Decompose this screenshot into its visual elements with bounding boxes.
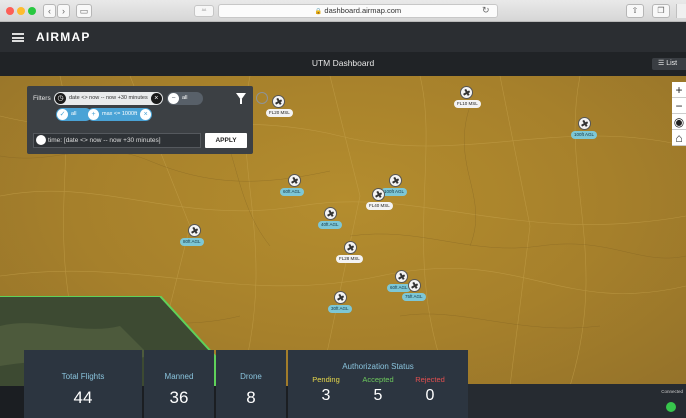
flight-label: 40ft AGL (318, 221, 342, 229)
type-filter-chip[interactable]: − all (167, 92, 203, 105)
flight-label: FL10 MSL (454, 100, 481, 108)
aircraft-icon (395, 270, 408, 283)
forward-button[interactable]: › (57, 4, 70, 18)
aircraft-icon (334, 291, 347, 304)
aircraft-icon (389, 174, 402, 187)
flight-label: FL20 MSL (266, 109, 293, 117)
aircraft-icon (188, 224, 201, 237)
app-logo: AIRMAP (36, 30, 91, 44)
accepted-column: Accepted 5 (348, 375, 408, 405)
aircraft-icon (578, 117, 591, 130)
drone-label: Drone (240, 372, 262, 381)
page-title: UTM Dashboard (311, 58, 375, 68)
maximize-window-button[interactable] (28, 7, 36, 15)
authorization-status-card: Authorization Status Pending 3 Accepted … (288, 350, 468, 418)
filters-label: Filters (33, 95, 51, 102)
pending-label: Pending (312, 375, 340, 384)
manned-label: Manned (164, 372, 194, 381)
accepted-value: 5 (373, 387, 383, 404)
altitude-filter-chip[interactable]: + max <= 1000ft × (87, 108, 153, 121)
aircraft-icon (460, 86, 473, 99)
globe-icon[interactable]: ◉ (672, 114, 686, 130)
tabs-overview-icon[interactable]: ❐ (652, 4, 670, 18)
filter-icon[interactable] (236, 93, 246, 104)
chip-label: max <= 1000ft (102, 111, 138, 117)
clock-icon (36, 135, 46, 145)
aircraft-icon (324, 207, 337, 220)
flight-label: 30ft AGL (328, 305, 352, 313)
drone-value: 8 (246, 388, 256, 407)
manned-card: Manned 36 (144, 350, 214, 418)
status-bar (468, 384, 686, 418)
flight-label: FL28 MSL (336, 255, 363, 263)
flight-label: 100ft AGL (571, 131, 598, 139)
app-header: AIRMAP (0, 22, 686, 52)
authorization-title: Authorization Status (342, 362, 414, 371)
lock-icon: 🔒 (314, 9, 323, 15)
menu-icon[interactable] (12, 33, 24, 42)
new-tab-button[interactable] (676, 4, 686, 18)
chip-label: date <> now -- now +30 minutes (69, 95, 148, 101)
rejected-value: 0 (425, 387, 435, 404)
aircraft-icon (272, 95, 285, 108)
back-button[interactable]: ‹ (43, 4, 56, 18)
connection-status-indicator (666, 402, 676, 412)
chip-label: all (182, 95, 188, 101)
address-bar[interactable]: 🔒 dashboard.airmap.com (218, 4, 498, 18)
aircraft-icon (344, 241, 357, 254)
reader-button[interactable]: ᴬᴬ (194, 5, 214, 17)
time-filter-input[interactable]: time: [date <> now -- now +30 minutes] (33, 133, 201, 148)
rejected-label: Rejected (415, 375, 445, 384)
total-flights-value: 44 (73, 388, 93, 407)
aircraft-icon (288, 174, 301, 187)
clock-icon: ◷ (55, 93, 66, 104)
date-filter-chip[interactable]: ◷ date <> now -- now +30 minutes × (54, 92, 163, 105)
flight-label: 60ft AGL (280, 188, 304, 196)
flight-label: 60ft AGL (387, 284, 411, 292)
home-icon[interactable]: ⌂ (672, 130, 686, 146)
manned-value: 36 (169, 388, 189, 407)
sidebar-toggle-icon[interactable]: ▭ (76, 4, 92, 18)
share-icon[interactable]: ⇧ (626, 4, 644, 18)
aircraft-icon (408, 279, 421, 292)
filters-panel: Filters ◷ date <> now -- now +30 minutes… (27, 86, 268, 154)
plus-icon: + (88, 109, 99, 120)
total-flights-card: Total Flights 44 (24, 350, 142, 418)
remove-icon[interactable]: × (140, 109, 152, 120)
reload-icon[interactable]: ↻ (482, 5, 490, 16)
sub-header: UTM Dashboard ☰ List (0, 52, 686, 76)
flight-label: 80ft AGL (180, 238, 204, 246)
connection-label: Connected (661, 389, 683, 394)
map-controls: + − ◉ ⌂ (672, 82, 686, 146)
apply-button[interactable]: APPLY (205, 133, 247, 148)
aircraft-icon (372, 188, 385, 201)
check-icon: ✓ (57, 109, 68, 120)
rejected-column: Rejected 0 (400, 375, 460, 405)
url-text: dashboard.airmap.com (324, 6, 402, 15)
time-input-value: time: [date <> now -- now +30 minutes] (48, 137, 161, 144)
zoom-out-button[interactable]: − (672, 98, 686, 114)
filter-options-icon[interactable] (256, 92, 268, 104)
accepted-label: Accepted (362, 375, 394, 384)
drone-card: Drone 8 (216, 350, 286, 418)
list-view-button[interactable]: ☰ List (652, 58, 686, 70)
minimize-window-button[interactable] (17, 7, 25, 15)
total-flights-label: Total Flights (61, 372, 105, 381)
flight-label: FL40 MSL (366, 202, 393, 210)
pending-value: 3 (321, 387, 331, 404)
close-window-button[interactable] (6, 7, 14, 15)
minus-icon: − (168, 93, 179, 104)
pending-column: Pending 3 (296, 375, 356, 405)
browser-toolbar: ‹ › ▭ ᴬᴬ 🔒 dashboard.airmap.com ↻ ⇧ ❐ (0, 0, 686, 22)
remove-icon[interactable]: × (150, 93, 162, 104)
chip-label: all (71, 111, 77, 117)
flight-label: 75ft AGL (402, 293, 426, 301)
zoom-in-button[interactable]: + (672, 82, 686, 98)
